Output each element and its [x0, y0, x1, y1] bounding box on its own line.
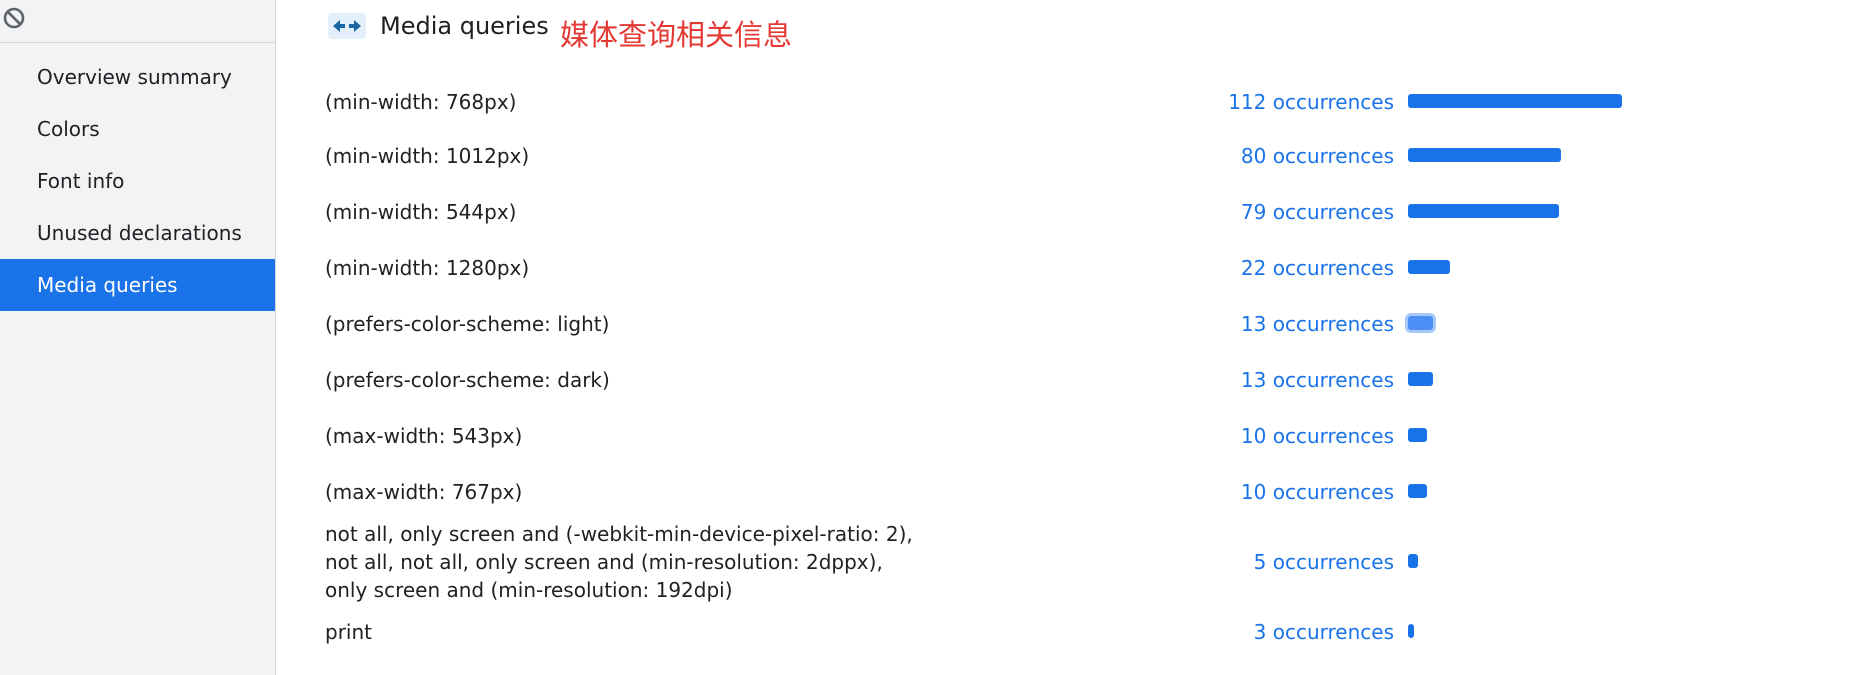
sidebar-nav: Overview summary Colors Font info Unused… [0, 51, 275, 311]
sidebar-item-font-info[interactable]: Font info [0, 155, 275, 207]
arrows-left-right-icon [328, 13, 366, 39]
occurrences-bar[interactable] [1408, 148, 1561, 162]
media-query-row: (min-width: 1012px) 80 occurrences [276, 128, 1854, 184]
occurrences-bar[interactable] [1408, 554, 1418, 568]
occurrences-bar[interactable] [1408, 260, 1450, 274]
media-query-row: (prefers-color-scheme: dark) 13 occurrenc… [276, 352, 1854, 408]
media-query-text: not all, only screen and (-webkit-min-de… [325, 522, 913, 602]
media-query-text: (max-width: 543px) [325, 424, 523, 448]
media-query-text: print [325, 620, 372, 644]
occurrences-bar[interactable] [1408, 316, 1433, 330]
clear-block-icon[interactable] [2, 6, 26, 30]
media-query-row: (prefers-color-scheme: light) 13 occurren… [276, 296, 1854, 352]
media-query-row: not all, only screen and (-webkit-min-de… [276, 520, 1854, 604]
occurrences-link[interactable]: 10 occurrences [916, 480, 1394, 504]
media-query-row: print 3 occurrences [276, 604, 1854, 660]
sidebar: Overview summary Colors Font info Unused… [0, 0, 276, 675]
media-query-row: (min-width: 768px) 112 occurrences [276, 76, 1854, 128]
occurrences-link[interactable]: 112 occurrences [916, 90, 1394, 114]
occurrences-link[interactable]: 13 occurrences [916, 368, 1394, 392]
media-query-row: (min-width: 544px) 79 occurrences [276, 184, 1854, 240]
media-query-row: (max-width: 543px) 10 occurrences [276, 408, 1854, 464]
sidebar-item-overview-summary[interactable]: Overview summary [0, 51, 275, 103]
media-query-row: (min-width: 1280px) 22 occurrences [276, 240, 1854, 296]
occurrences-bar[interactable] [1408, 428, 1427, 442]
occurrences-bar[interactable] [1408, 204, 1559, 218]
occurrences-link[interactable]: 10 occurrences [916, 424, 1394, 448]
sidebar-item-unused-declarations[interactable]: Unused declarations [0, 207, 275, 259]
occurrences-link[interactable]: 79 occurrences [916, 200, 1394, 224]
media-query-text: (prefers-color-scheme: light) [325, 312, 610, 336]
sidebar-item-colors[interactable]: Colors [0, 103, 275, 155]
sidebar-toolbar [0, 0, 275, 43]
media-query-row: (max-width: 767px) 10 occurrences [276, 464, 1854, 520]
media-query-text: (min-width: 1012px) [325, 144, 530, 168]
media-query-text: (min-width: 544px) [325, 200, 517, 224]
media-query-text: (min-width: 768px) [325, 90, 517, 114]
main-content: Media queries 媒体查询相关信息 (min-width: 768px… [276, 0, 1854, 675]
sidebar-item-media-queries[interactable]: Media queries [0, 259, 275, 311]
occurrences-link[interactable]: 5 occurrences [916, 550, 1394, 574]
media-query-text: (max-width: 767px) [325, 480, 523, 504]
occurrences-bar[interactable] [1408, 484, 1427, 498]
annotation-label: 媒体查询相关信息 [560, 18, 793, 52]
occurrences-link[interactable]: 13 occurrences [916, 312, 1394, 336]
occurrences-bar[interactable] [1408, 624, 1414, 638]
occurrences-link[interactable]: 22 occurrences [916, 256, 1394, 280]
occurrences-bar[interactable] [1408, 94, 1622, 108]
occurrences-bar[interactable] [1408, 372, 1433, 386]
css-overview-panel: Overview summary Colors Font info Unused… [0, 0, 1854, 675]
page-title: Media queries [380, 12, 549, 40]
occurrences-link[interactable]: 80 occurrences [916, 144, 1394, 168]
media-query-text: (prefers-color-scheme: dark) [325, 368, 610, 392]
section-header: Media queries [328, 6, 549, 46]
media-query-text: (min-width: 1280px) [325, 256, 530, 280]
occurrences-link[interactable]: 3 occurrences [916, 620, 1394, 644]
